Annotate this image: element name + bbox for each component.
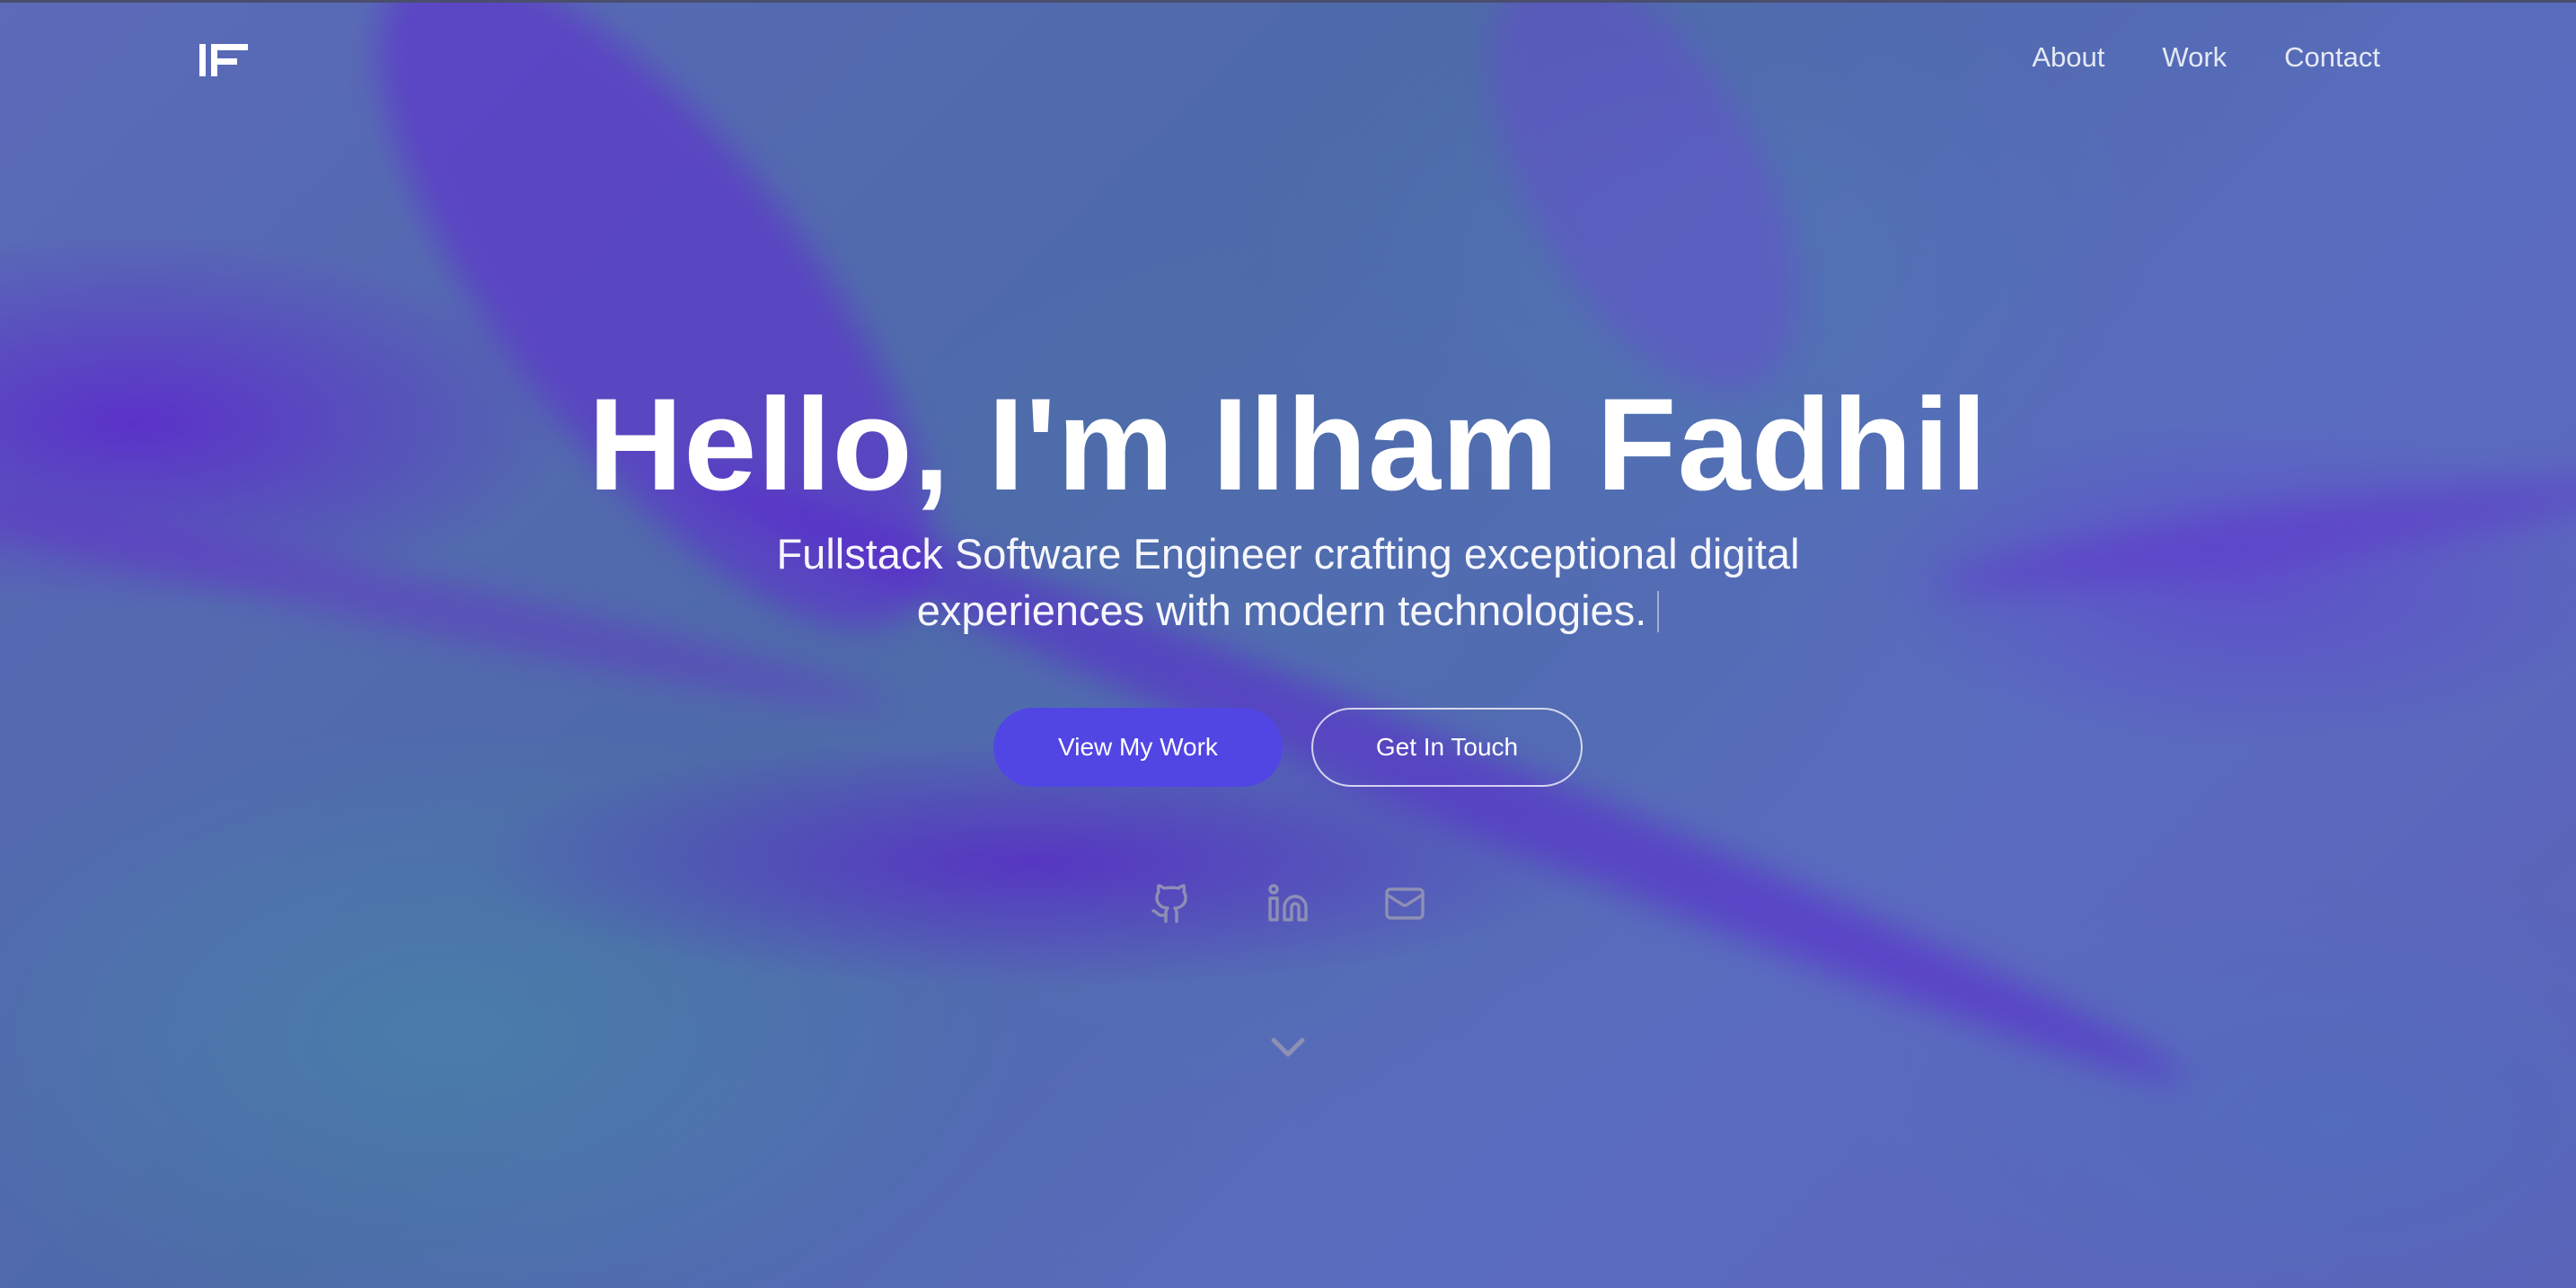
social-links <box>0 882 2576 925</box>
hero-section: Hello, I'm Ilham Fadhil Fullstack Softwa… <box>0 364 2576 639</box>
nav-link-work[interactable]: Work <box>2162 41 2227 74</box>
page: About Work Contact Hello, I'm Ilham Fadh… <box>0 0 2576 1288</box>
github-link[interactable] <box>1150 882 1193 925</box>
background-gradient <box>0 0 2576 1288</box>
view-my-work-button[interactable]: View My Work <box>993 708 1283 787</box>
mail-icon <box>1385 887 1425 920</box>
nav-link-contact[interactable]: Contact <box>2284 41 2380 74</box>
github-icon <box>1151 884 1187 923</box>
site-header: About Work Contact <box>0 0 2576 121</box>
nav-link-about[interactable]: About <box>2032 41 2104 74</box>
typing-caret <box>1657 591 1660 632</box>
scroll-down-indicator[interactable] <box>1266 1031 1310 1063</box>
hero-title: Hello, I'm Ilham Fadhil <box>587 371 1989 517</box>
hero-actions: View My Work Get In Touch <box>0 708 2576 787</box>
linkedin-link[interactable] <box>1266 882 1310 925</box>
get-in-touch-button[interactable]: Get In Touch <box>1311 708 1583 787</box>
linkedin-icon <box>1268 884 1308 922</box>
site-logo[interactable] <box>199 42 248 78</box>
email-link[interactable] <box>1383 882 1426 925</box>
hero-subtitle-text: Fullstack Software Engineer crafting exc… <box>776 530 1800 634</box>
logo-monogram-icon <box>199 44 248 76</box>
chevron-down-icon <box>1271 1037 1305 1057</box>
main-nav: About Work Contact <box>2032 41 2380 74</box>
hero-subtitle: Fullstack Software Engineer crafting exc… <box>704 525 1872 639</box>
